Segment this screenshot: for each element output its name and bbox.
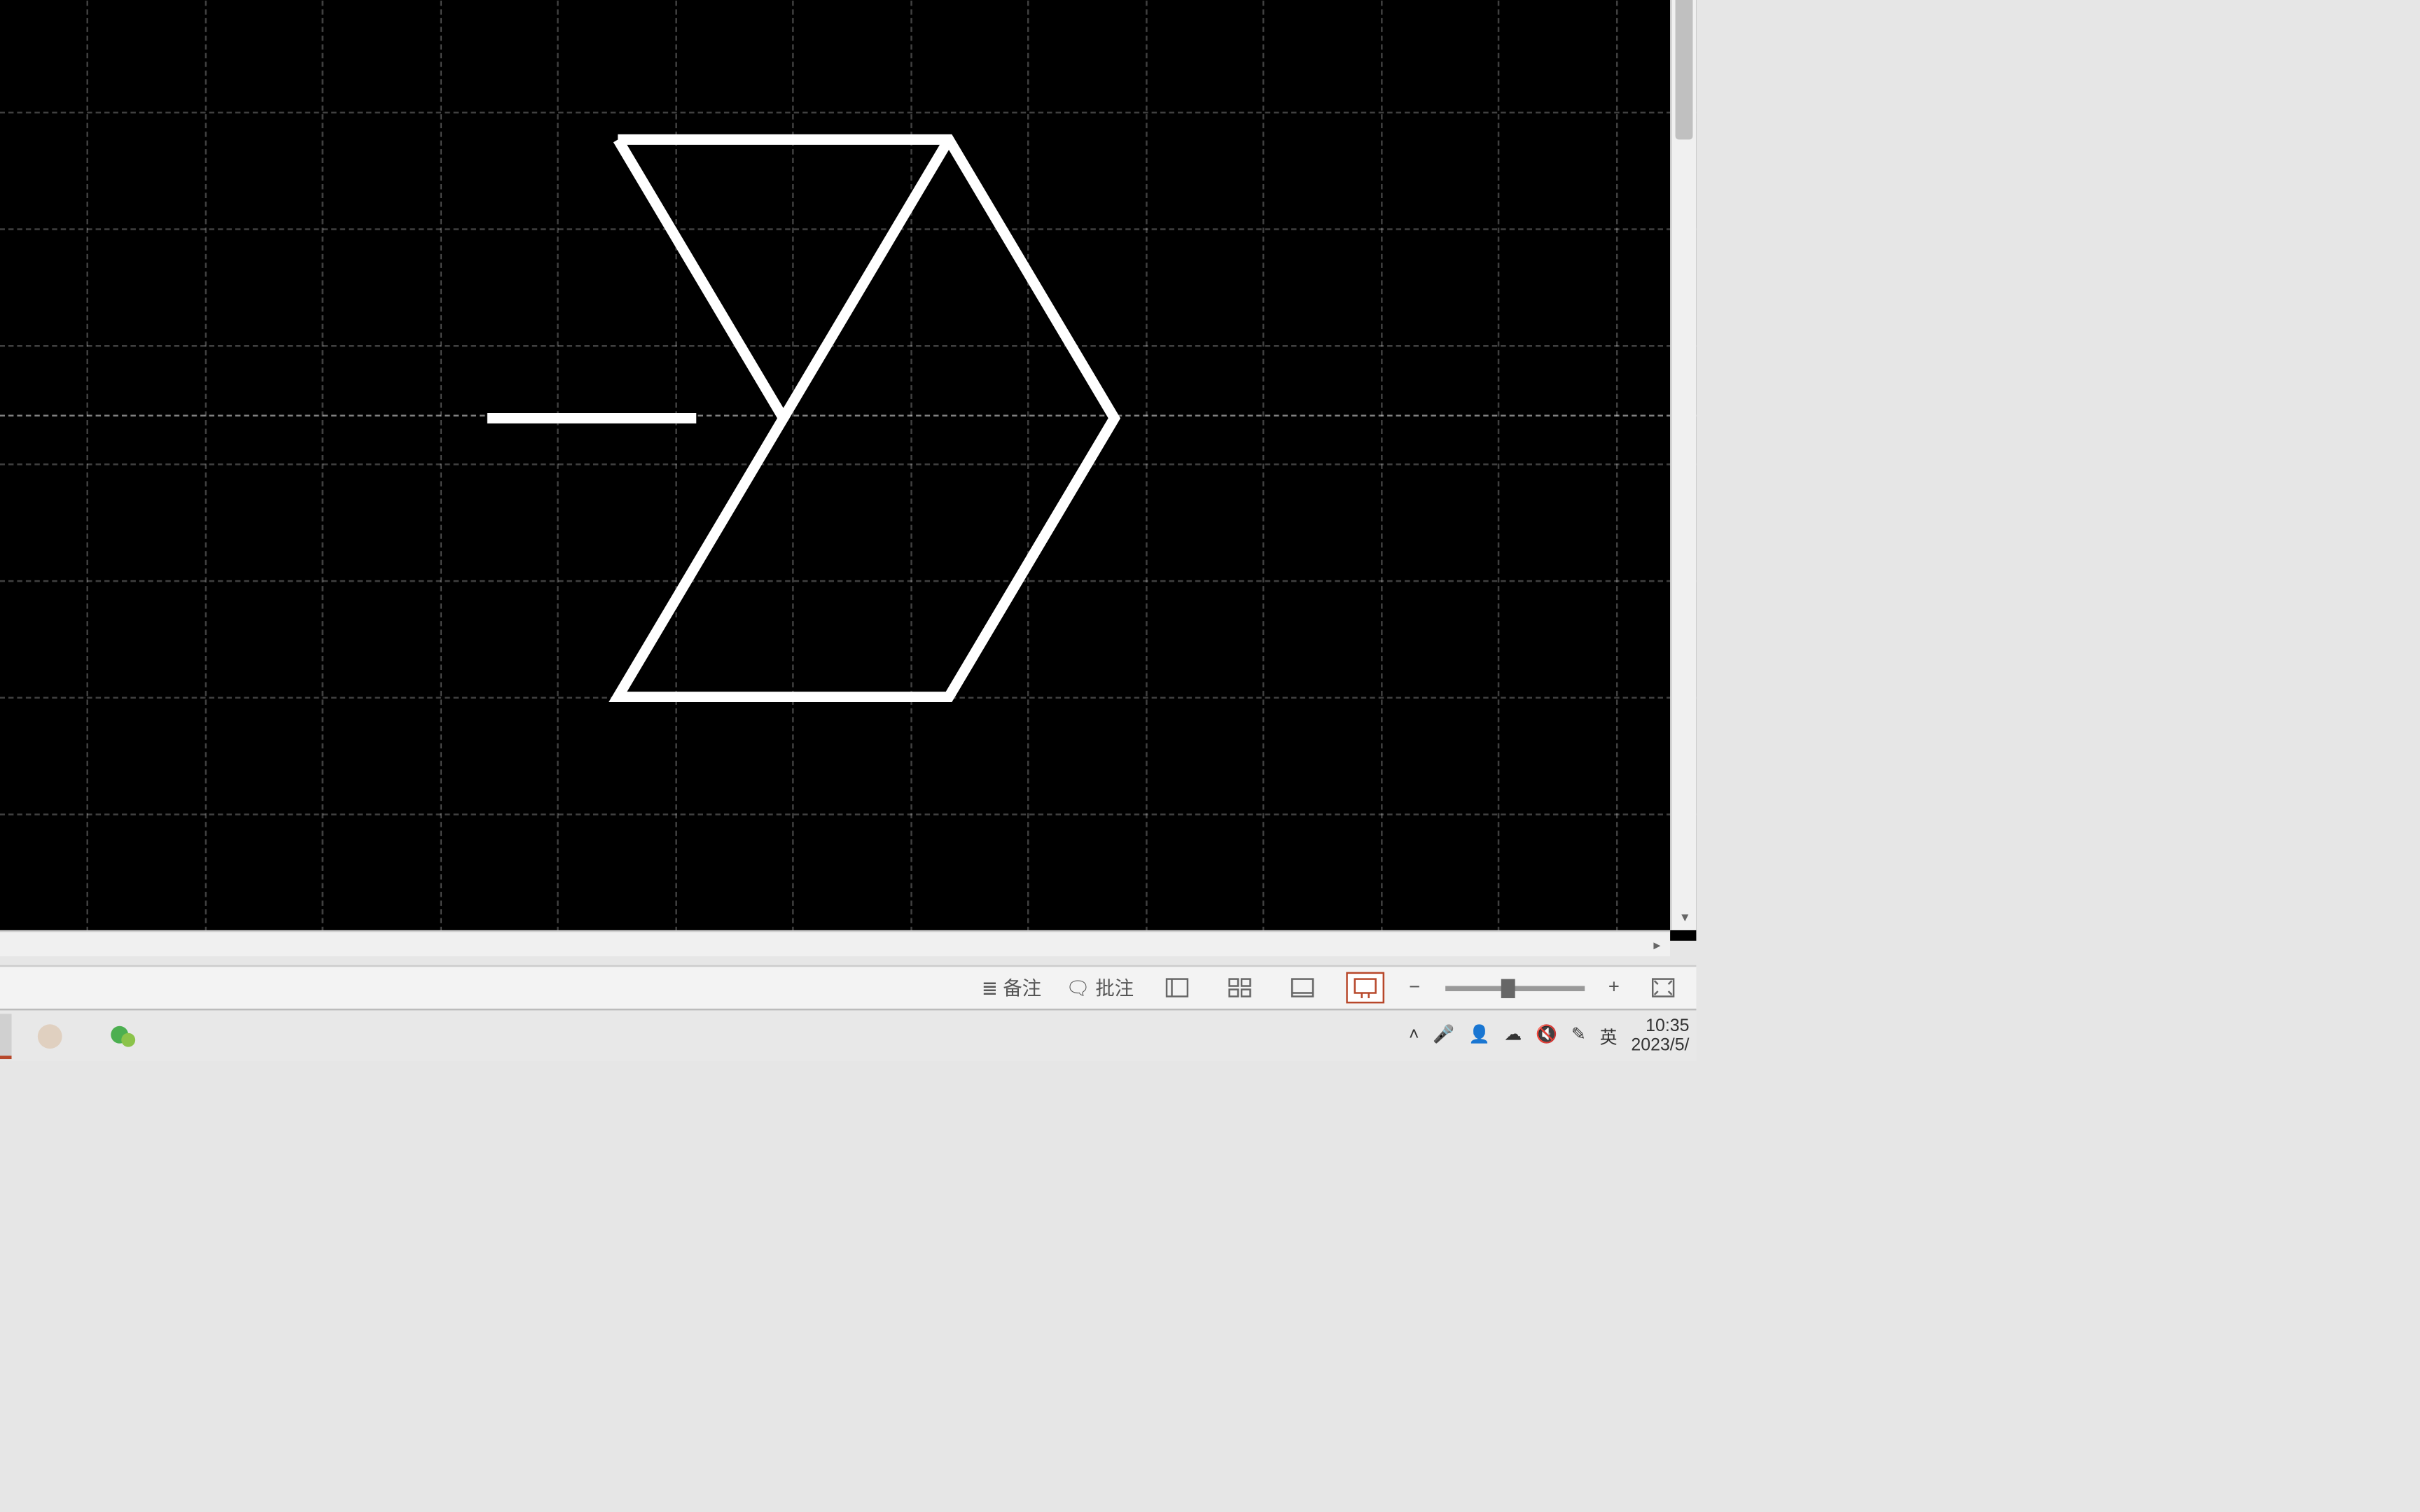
slideshow-view-button[interactable]: [1347, 972, 1385, 1004]
reading-view-button[interactable]: [1284, 972, 1322, 1004]
tray-date[interactable]: 2023/5/: [1631, 1035, 1689, 1054]
zoom-in-button[interactable]: +: [1608, 977, 1620, 998]
notes-button[interactable]: ≣ 备注: [982, 974, 1041, 1002]
fit-to-window-button[interactable]: [1644, 972, 1683, 1004]
slide-canvas[interactable]: [0, 0, 1696, 941]
normal-view-button[interactable]: [1158, 972, 1197, 1004]
tray-icon-2[interactable]: 👤: [1468, 1026, 1490, 1045]
system-tray: ˄ 🎤 👤 ☁ 🔇 ✎ 英 10:35 2023/5/: [1409, 1016, 1689, 1055]
comments-button[interactable]: 🗨 批注: [1066, 974, 1134, 1002]
sorter-view-button[interactable]: [1221, 972, 1260, 1004]
tray-time[interactable]: 10:35: [1631, 1016, 1689, 1035]
wechat-taskbar-button[interactable]: [88, 1013, 158, 1058]
canvas-area: 1615141312111098765432101234567891011121…: [0, 0, 1696, 956]
zoom-slider[interactable]: [1445, 985, 1584, 990]
scroll-right-button[interactable]: ▸: [1644, 932, 1670, 956]
tray-icon-3[interactable]: ☁: [1504, 1026, 1522, 1045]
app-taskbar-button-6[interactable]: [15, 1013, 85, 1058]
scroll-thumb-v[interactable]: [1676, 0, 1693, 139]
exo-logo-shape[interactable]: [487, 122, 1149, 715]
powerpoint-taskbar-button[interactable]: P: [0, 1013, 12, 1058]
zoom-out-button[interactable]: −: [1409, 977, 1420, 998]
tray-icon-4[interactable]: ✎: [1571, 1026, 1586, 1045]
ime-indicator[interactable]: 英: [1600, 1023, 1618, 1049]
tray-chevron-icon[interactable]: ˄: [1409, 1026, 1419, 1045]
zoom-slider-thumb[interactable]: [1501, 978, 1515, 997]
tray-volume-icon[interactable]: 🔇: [1536, 1026, 1557, 1045]
main-area: EXO EXO 秀珉 XIUMIN SUHO BAEK HYUN CHEN 98…: [0, 0, 1696, 956]
windows-taskbar: W P ˄ 🎤 👤 ☁ 🔇 ✎ 英 10:35 2023/5/: [0, 1009, 1696, 1061]
tray-icon-1[interactable]: 🎤: [1433, 1026, 1454, 1045]
scrollbar-vertical[interactable]: ▴ ▾: [1670, 0, 1696, 930]
scroll-down-button[interactable]: ▾: [1672, 904, 1697, 930]
status-bar: 张，共 25 张 中文(简体，中国大陆) 辅助功能: 调查 ≣ 备注 🗨 批注 …: [0, 965, 1696, 1009]
scrollbar-horizontal[interactable]: ◂ ▸: [0, 930, 1670, 956]
